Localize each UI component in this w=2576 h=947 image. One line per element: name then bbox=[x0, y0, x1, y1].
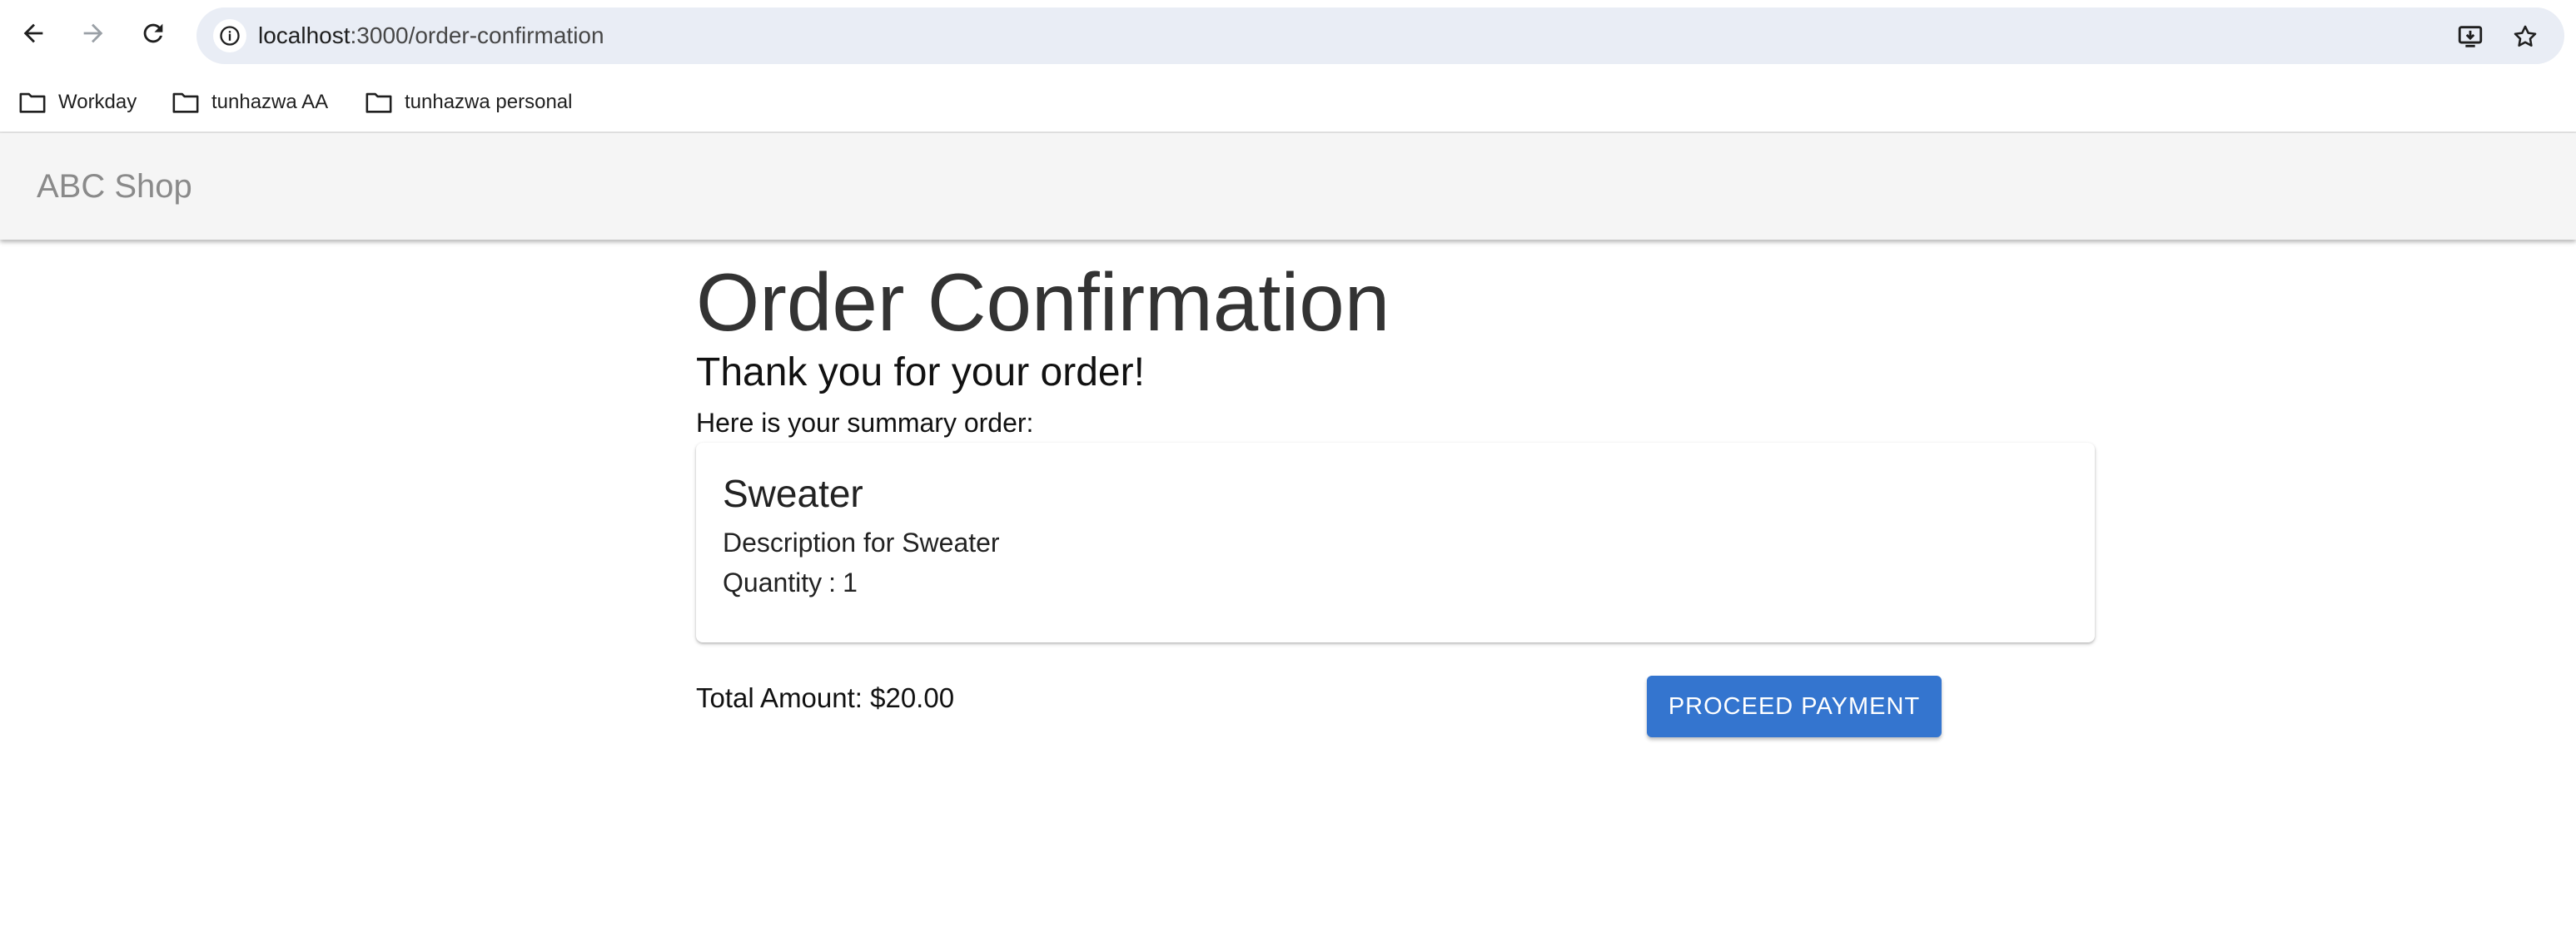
total-label: Total Amount: bbox=[696, 682, 863, 713]
item-description: Description for Sweater bbox=[723, 528, 1000, 558]
bookmark-tunhazwa-aa[interactable]: tunhazwa AA bbox=[172, 87, 328, 118]
proceed-payment-button[interactable]: PROCEED PAYMENT bbox=[1647, 676, 1942, 737]
app-title[interactable]: ABC Shop bbox=[37, 133, 192, 240]
url-host: localhost bbox=[258, 22, 351, 48]
site-info-button[interactable] bbox=[213, 19, 246, 52]
summary-label: Here is your summary order: bbox=[696, 408, 1034, 438]
arrow-left-icon bbox=[23, 23, 43, 43]
quantity-separator: : bbox=[828, 568, 837, 597]
bookmark-label: tunhazwa personal bbox=[405, 91, 573, 113]
total-amount: Total Amount: $20.00 bbox=[696, 682, 954, 714]
quantity-label: Quantity bbox=[723, 568, 823, 597]
info-icon bbox=[220, 26, 240, 46]
page-title: Order Confirmation bbox=[696, 256, 1390, 348]
bookmark-tunhazwa-personal[interactable]: tunhazwa personal bbox=[365, 87, 572, 118]
item-name: Sweater bbox=[723, 472, 863, 515]
app-header: ABC Shop bbox=[0, 133, 2576, 240]
quantity-value: 1 bbox=[843, 568, 858, 597]
item-quantity: Quantity:1 bbox=[723, 568, 858, 598]
bookmark-star-button[interactable] bbox=[2509, 21, 2541, 52]
thank-you-message: Thank you for your order! bbox=[696, 350, 1145, 394]
forward-button[interactable] bbox=[75, 15, 112, 52]
reload-button[interactable] bbox=[135, 15, 172, 52]
install-app-icon bbox=[2458, 26, 2483, 47]
bookmark-workday[interactable]: Workday bbox=[18, 87, 137, 118]
address-bar[interactable]: localhost:3000/order-confirmation bbox=[196, 7, 2564, 64]
bookmark-label: Workday bbox=[58, 91, 137, 113]
bookmarks-bar: Workday tunhazwa AA tunhazwa personal bbox=[0, 72, 2576, 133]
back-button[interactable] bbox=[15, 15, 52, 52]
folder-icon bbox=[366, 92, 392, 113]
total-value: $20.00 bbox=[870, 682, 955, 713]
reload-icon bbox=[143, 23, 163, 43]
order-item-card: Sweater Description for Sweater Quantity… bbox=[696, 443, 2095, 642]
folder-icon bbox=[19, 92, 46, 113]
arrow-right-icon bbox=[83, 23, 103, 43]
folder-icon bbox=[172, 92, 199, 113]
star-icon bbox=[2514, 25, 2537, 47]
url-path: :3000/order-confirmation bbox=[350, 22, 604, 48]
url-text[interactable]: localhost:3000/order-confirmation bbox=[258, 7, 604, 64]
install-app-button[interactable] bbox=[2454, 21, 2486, 52]
bookmark-label: tunhazwa AA bbox=[211, 91, 329, 113]
browser-toolbar: localhost:3000/order-confirmation bbox=[0, 0, 2576, 72]
